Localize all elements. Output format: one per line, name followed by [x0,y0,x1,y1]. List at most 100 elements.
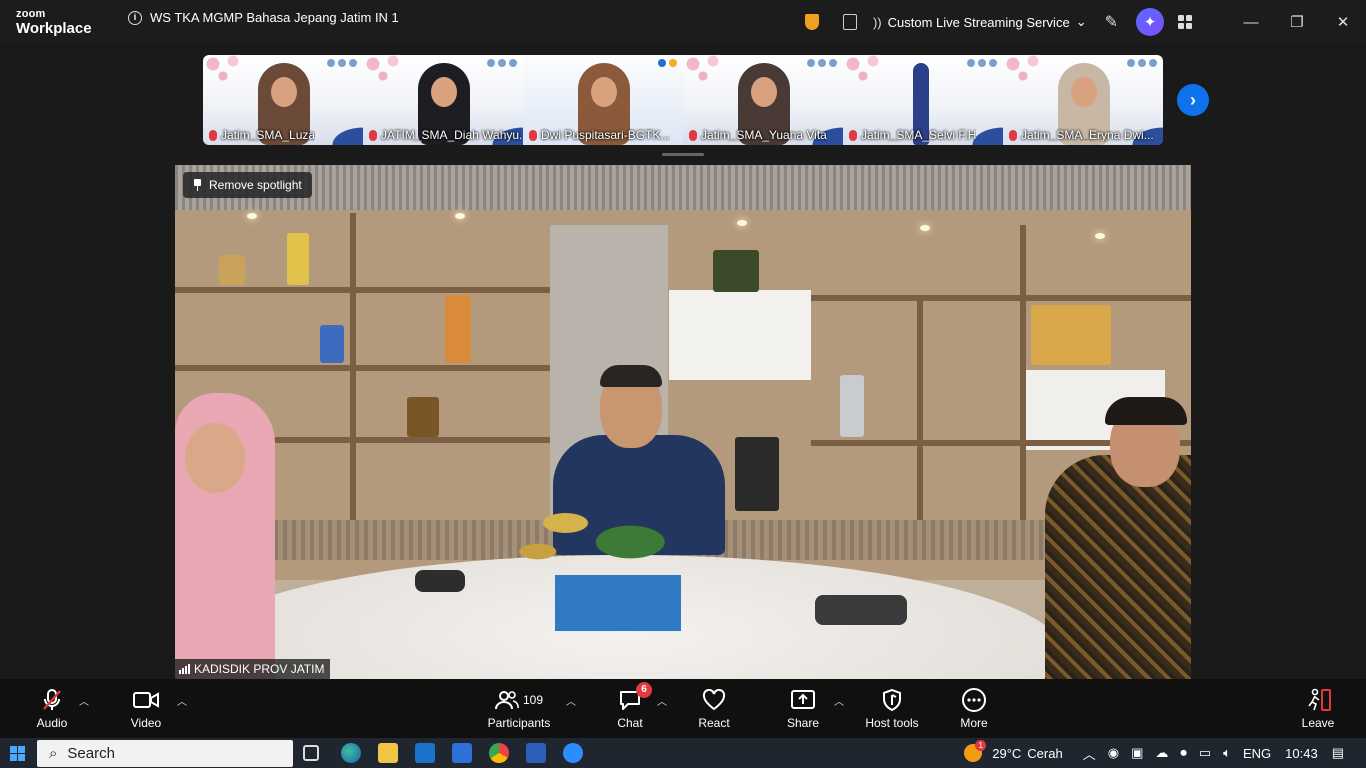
participant-tile[interactable]: Dwi Puspitasari-BGTK... [523,55,683,145]
windows-start-icon[interactable] [10,746,25,761]
host-tools-button[interactable]: Host tools [862,679,922,738]
muted-mic-icon [689,129,697,141]
restore-button[interactable]: ❐ [1274,0,1320,44]
microphone-icon[interactable]: ⏺ [1180,745,1187,761]
battery-icon[interactable]: ▭ [1199,745,1211,761]
muted-microphone-icon [41,688,63,712]
minimize-button[interactable]: — [1228,0,1274,44]
chat-button[interactable]: 6 Chat [610,679,652,738]
search-placeholder: Search [67,745,115,762]
video-options-caret-icon[interactable]: ︿ [177,693,187,708]
weather-badge: 1 [975,740,987,751]
leave-label: Leave [1301,715,1335,730]
task-view-icon[interactable] [303,745,319,761]
participant-name: Jatim_SMA_Selvi F.H [861,128,977,142]
react-button[interactable]: React [694,679,734,738]
zoom-icon[interactable] [563,743,583,763]
next-page-button[interactable]: › [1177,84,1209,116]
audio-label: Audio [36,715,68,730]
ai-companion-icon[interactable]: ✦ [1136,8,1164,36]
title-bar: zoom Workplace i WS TKA MGMP Bahasa Jepa… [0,0,1366,44]
meeting-toolbar: Audio ︿ Video ︿ 109 Participants ︿ 6 Cha… [0,679,1366,738]
weather-text[interactable]: Cerah [1027,746,1062,761]
weather-temp[interactable]: 29°C [992,746,1021,761]
muted-mic-icon [1009,129,1017,141]
participants-button[interactable]: 109 Participants [484,679,554,738]
chevron-up-icon[interactable]: ︿ [1083,744,1096,763]
share-options-caret-icon[interactable]: ︿ [834,693,844,708]
muted-mic-icon [209,129,217,141]
more-button[interactable]: More [954,679,994,738]
participant-tile[interactable]: Jatim_SMA_Selvi F.H [843,55,1003,145]
speaker-name: KADISDIK PROV JATIM [194,662,325,676]
logo-line2: Workplace [16,20,92,37]
chat-unread-badge: 6 [636,681,652,698]
share-label: Share [786,715,820,730]
chevron-down-icon: ⌄ [1075,14,1087,29]
word-icon[interactable] [526,743,546,763]
leave-button[interactable]: Leave [1298,679,1338,738]
clock[interactable]: 10:43 [1285,746,1318,761]
speaker-name-tag: KADISDIK PROV JATIM [175,659,331,679]
windows-taskbar: ⌕ Search 1 29°C Cerah ︿ ◉ ▣ ☁ ⏺ ▭ 🔈︎ ENG… [0,738,1366,768]
camera-icon [133,688,159,712]
notification-icon[interactable]: ▤ [1332,745,1344,761]
participant-tile[interactable]: Jatim_SMA_Yuana Vita [683,55,843,145]
spotlight-video [175,165,1191,679]
security-shield-icon[interactable] [804,14,819,30]
store-icon[interactable] [452,743,472,763]
flower-arrangement [510,485,695,580]
participants-icon [494,690,519,709]
remove-spotlight-button[interactable]: Remove spotlight [183,172,312,198]
outlook-icon[interactable] [415,743,435,763]
more-icon [962,687,986,712]
zoom-workplace-logo: zoom Workplace [16,9,92,37]
edge-icon[interactable] [341,743,361,763]
participant-name: Jatim_SMA_Eryna Dwi... [1021,128,1154,142]
network-icon[interactable]: ☁ [1155,745,1168,761]
muted-mic-icon [369,129,377,141]
chat-options-caret-icon[interactable]: ︿ [657,693,667,708]
leave-icon [1308,688,1331,711]
participant-name: Jatim_SMA_Luza [221,128,316,142]
file-explorer-icon[interactable] [378,743,398,763]
heart-icon [702,688,726,710]
info-icon[interactable]: i [128,10,142,25]
share-button[interactable]: Share [783,679,823,738]
system-tray: 1 29°C Cerah ︿ ◉ ▣ ☁ ⏺ ▭ 🔈︎ ENG 10:43 ▤ [964,738,1366,768]
close-button[interactable]: ✕ [1320,0,1366,44]
meeting-info[interactable]: i WS TKA MGMP Bahasa Jepang Jatim IN 1 [128,10,399,25]
audio-options-caret-icon[interactable]: ︿ [79,693,89,708]
tissue-box [555,575,681,631]
chrome-icon[interactable] [489,743,509,763]
whiteboard-pen-icon[interactable]: ✎ [1105,12,1118,32]
notes-icon[interactable] [842,14,857,30]
participant-name: Jatim_SMA_Yuana Vita [701,128,827,142]
language-indicator[interactable]: ENG [1243,746,1271,761]
participant-tile[interactable]: Jatim_SMA_Luza [203,55,363,145]
chat-label: Chat [617,715,643,730]
audio-button[interactable]: Audio [30,679,74,738]
more-label: More [960,715,988,730]
apps-icon[interactable] [1178,15,1192,29]
muted-mic-icon [849,129,857,141]
record-icon[interactable]: ◉ [1108,745,1119,761]
gallery-strip: Jatim_SMA_Luza JATIM_SMA_Diah Wahyu... D… [203,55,1163,145]
signal-strength-icon [179,664,190,674]
volume-icon[interactable]: 🔈︎ [1223,745,1231,761]
video-label: Video [130,715,162,730]
taskbar-search[interactable]: ⌕ Search [37,740,293,767]
meet-icon[interactable]: ▣ [1131,745,1143,761]
participant-name: JATIM_SMA_Diah Wahyu... [381,128,521,142]
react-label: React [698,715,730,730]
shield-icon [883,688,901,711]
resize-handle[interactable] [662,153,704,156]
remove-spotlight-label: Remove spotlight [209,178,302,192]
streaming-button[interactable]: )) Custom Live Streaming Service ⌄ [873,14,1087,30]
video-button[interactable]: Video [124,679,168,738]
participant-tile[interactable]: JATIM_SMA_Diah Wahyu... [363,55,523,145]
weather-icon[interactable]: 1 [964,740,987,762]
background-decoration [203,55,253,85]
participants-options-caret-icon[interactable]: ︿ [566,693,576,708]
participant-tile[interactable]: Jatim_SMA_Eryna Dwi... [1003,55,1163,145]
